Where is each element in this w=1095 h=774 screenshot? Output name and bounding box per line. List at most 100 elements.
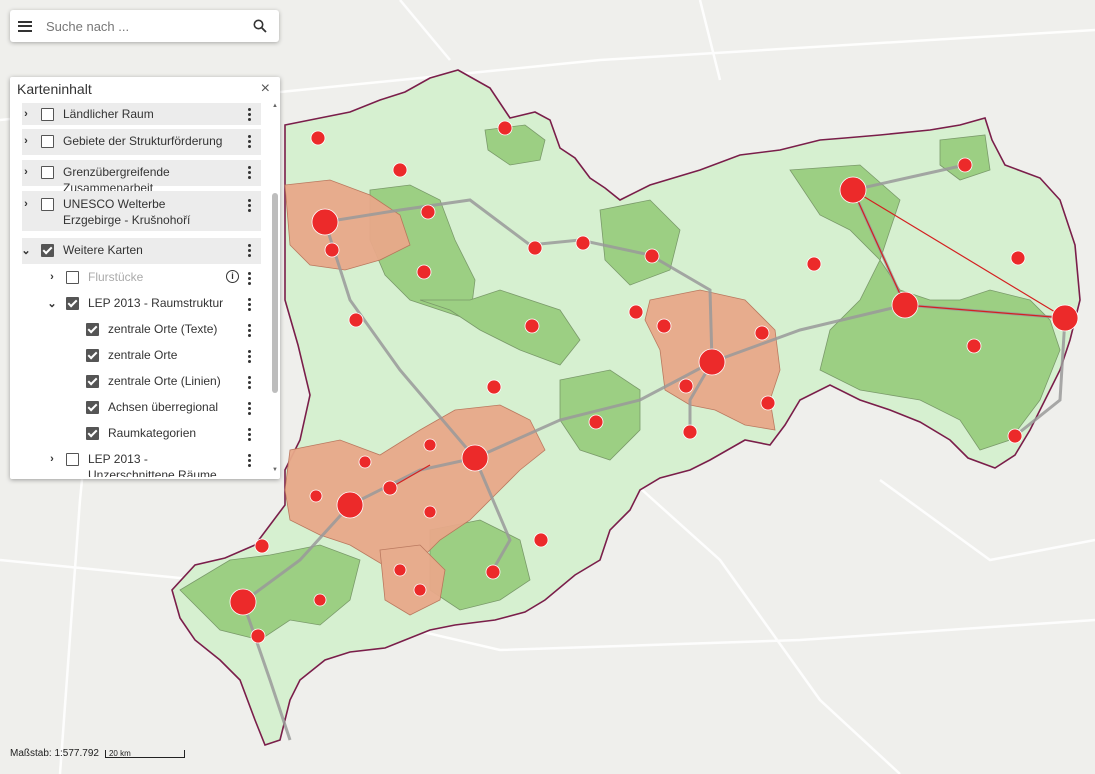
- center-wurzen: [420, 204, 436, 220]
- more-options-icon[interactable]: [248, 272, 251, 285]
- scroll-up-icon[interactable]: ▲: [272, 103, 278, 109]
- scroll-thumb[interactable]: [272, 193, 278, 393]
- chevron-right-icon[interactable]: ›: [20, 108, 32, 120]
- center-dresden: [698, 348, 726, 376]
- center-grimma: [416, 264, 432, 280]
- layer-label: Raumkategorien: [108, 426, 197, 440]
- layer-item-raumkategorien[interactable]: Raumkategorien: [86, 425, 261, 445]
- close-icon[interactable]: ×: [261, 81, 270, 97]
- layer-item-zentrale-orte-linien[interactable]: zentrale Orte (Linien): [86, 373, 261, 393]
- more-options-icon[interactable]: [248, 350, 251, 363]
- more-options-icon[interactable]: [248, 135, 251, 148]
- layer-label: Ländlicher Raum: [63, 107, 154, 121]
- more-options-icon[interactable]: [248, 324, 251, 337]
- more-options-icon[interactable]: [248, 244, 251, 257]
- layer-label: zentrale Orte (Texte): [108, 322, 218, 336]
- center-riesa: [575, 235, 591, 251]
- scale-bar-label: 20 km: [108, 748, 131, 758]
- layer-label: UNESCO Welterbe Erzgebirge - Krušnohoří: [63, 197, 191, 227]
- layer-checkbox[interactable]: [86, 349, 99, 362]
- center-grossenhain: [644, 248, 660, 264]
- map-content-panel: Karteninhalt × › Ländlicher Raum › Gebie…: [10, 77, 280, 479]
- layer-item-grenzuebergreifend[interactable]: › Grenzübergreifende Zusammenarbeit: [20, 160, 261, 195]
- more-options-icon[interactable]: [248, 298, 251, 311]
- panel-scrollbar[interactable]: ▲ ▼: [272, 103, 278, 473]
- chevron-down-icon[interactable]: ⌄: [20, 244, 32, 257]
- center-borna: [348, 312, 364, 328]
- layer-item-weitere-karten[interactable]: ⌄ Weitere Karten: [20, 238, 261, 264]
- layer-item-unesco[interactable]: › UNESCO Welterbe Erzgebirge - Krušnohoř…: [22, 191, 261, 231]
- layer-checkbox[interactable]: [41, 244, 54, 257]
- center-oschatz: [527, 240, 543, 256]
- layer-label: Achsen überregional: [108, 400, 219, 414]
- chevron-right-icon[interactable]: ›: [46, 453, 58, 465]
- center-chemnitz: [461, 444, 489, 472]
- chevron-right-icon[interactable]: ›: [20, 198, 32, 210]
- layer-item-lep-raumstruktur[interactable]: ⌄ LEP 2013 - Raumstruktur: [46, 295, 261, 315]
- layer-checkbox[interactable]: [41, 135, 54, 148]
- layer-item-achsen[interactable]: Achsen überregional: [86, 399, 261, 419]
- layer-item-zentrale-orte[interactable]: zentrale Orte: [86, 347, 261, 367]
- layer-checkbox[interactable]: [66, 453, 79, 466]
- center-kamenz: [806, 256, 822, 272]
- center-niesky: [1010, 250, 1026, 266]
- layer-label: zentrale Orte: [108, 348, 178, 362]
- layer-item-zentrale-orte-texte[interactable]: zentrale Orte (Texte): [86, 321, 261, 341]
- center-eilenburg: [392, 162, 408, 178]
- info-icon[interactable]: i: [226, 270, 239, 283]
- layer-checkbox[interactable]: [86, 401, 99, 414]
- layer-checkbox[interactable]: [41, 108, 54, 121]
- center-torgau: [497, 120, 513, 136]
- layer-item-strukturfoerderung[interactable]: › Gebiete der Strukturförderung: [22, 129, 261, 155]
- layer-item-unzerschnittene-raeume[interactable]: › LEP 2013 - Unzerschnittene Räume: [46, 451, 261, 477]
- center-schwarzenberg: [413, 583, 427, 597]
- more-options-icon[interactable]: [248, 376, 251, 389]
- center-doebeln: [524, 318, 540, 334]
- layer-checkbox[interactable]: [86, 323, 99, 336]
- more-options-icon[interactable]: [248, 166, 251, 179]
- center-zittau: [1007, 428, 1023, 444]
- chevron-right-icon[interactable]: ›: [20, 135, 32, 147]
- center-reichenbach: [254, 538, 270, 554]
- layer-label: Weitere Karten: [63, 243, 143, 257]
- center-radebeul: [656, 318, 672, 334]
- center-radeberg: [754, 325, 770, 341]
- center-bautzen: [891, 291, 919, 319]
- hamburger-menu-icon[interactable]: [18, 20, 32, 32]
- layer-checkbox[interactable]: [86, 375, 99, 388]
- layer-item-flurstuecke[interactable]: › Flurstücke i: [46, 269, 261, 289]
- center-limbach: [423, 438, 437, 452]
- chevron-right-icon[interactable]: ›: [20, 166, 32, 178]
- scroll-down-icon[interactable]: ▼: [272, 467, 278, 473]
- search-input[interactable]: [44, 17, 248, 35]
- chevron-right-icon[interactable]: ›: [46, 271, 58, 283]
- panel-header: Karteninhalt ×: [10, 77, 280, 101]
- more-options-icon[interactable]: [248, 199, 251, 212]
- center-freiberg: [588, 414, 604, 430]
- center-hohenstein: [358, 455, 372, 469]
- scale-bar: 20 km: [104, 748, 185, 758]
- center-mittweida: [486, 379, 502, 395]
- chevron-down-icon[interactable]: ⌄: [46, 297, 58, 310]
- search-icon[interactable]: [253, 19, 267, 33]
- more-options-icon[interactable]: [248, 108, 251, 121]
- layer-label: LEP 2013 - Raumstruktur: [88, 296, 224, 310]
- scale-label: Maßstab: 1:577.792: [10, 748, 99, 759]
- center-goerlitz: [1051, 304, 1079, 332]
- center-marienberg: [533, 532, 549, 548]
- layer-label: zentrale Orte (Linien): [108, 374, 221, 388]
- layer-checkbox[interactable]: [66, 271, 79, 284]
- layer-checkbox[interactable]: [41, 166, 54, 179]
- scale-indicator: Maßstab: 1:577.792 20 km: [10, 748, 185, 759]
- more-options-icon[interactable]: [248, 454, 251, 467]
- layer-list: › Ländlicher Raum › Gebiete der Struktur…: [10, 99, 272, 477]
- search-bar: [10, 10, 279, 42]
- layer-checkbox[interactable]: [66, 297, 79, 310]
- layer-checkbox[interactable]: [41, 198, 54, 211]
- center-glauchau: [382, 480, 398, 496]
- more-options-icon[interactable]: [248, 428, 251, 441]
- more-options-icon[interactable]: [248, 402, 251, 415]
- layer-checkbox[interactable]: [86, 427, 99, 440]
- layer-item-laendlicher-raum[interactable]: › Ländlicher Raum: [22, 103, 261, 125]
- center-dippoldiswalde: [682, 424, 698, 440]
